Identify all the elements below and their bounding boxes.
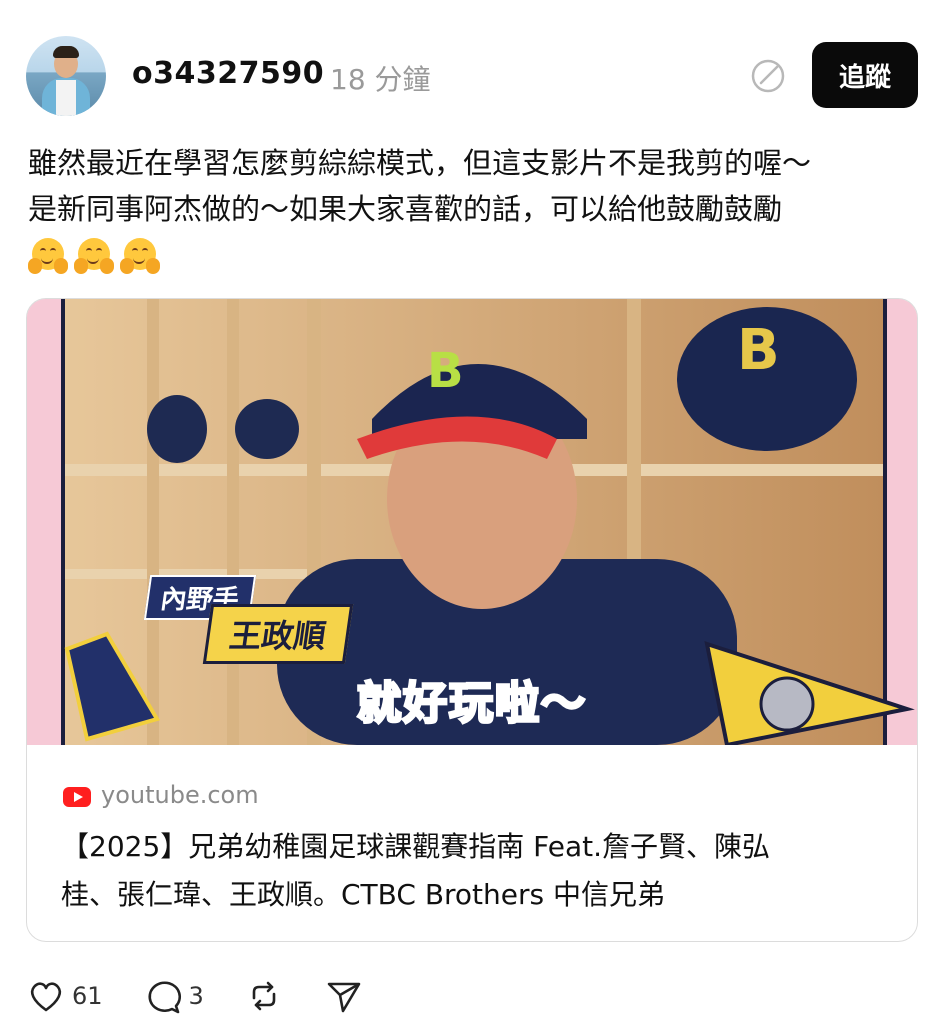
follow-button[interactable]: 追蹤 xyxy=(812,42,918,108)
send-icon xyxy=(327,982,361,1013)
youtube-icon xyxy=(63,787,91,807)
repost-icon xyxy=(252,981,276,1011)
action-bar: 61 3 xyxy=(26,972,404,1020)
hugging-face-icon xyxy=(120,236,160,276)
video-subtitle: 就好玩啦～ xyxy=(356,677,587,731)
repost-button[interactable] xyxy=(244,976,284,1016)
link-domain: youtube.com xyxy=(101,781,259,809)
hugging-face-icon xyxy=(74,236,114,276)
like-button[interactable]: 61 xyxy=(26,976,103,1016)
link-preview-card[interactable]: B B 內野手 王政順 就好玩啦～ youtube.com 【2025】兄弟幼稚… xyxy=(26,298,918,942)
post-line-2: 是新同事阿杰做的～如果大家喜歡的話，可以給他鼓勵鼓勵 xyxy=(28,192,783,226)
hugging-face-icon xyxy=(28,236,68,276)
like-count: 61 xyxy=(72,982,103,1010)
post-line-1: 雖然最近在學習怎麼剪綜綜模式，但這支影片不是我剪的喔～ xyxy=(28,146,812,180)
comment-icon xyxy=(148,981,181,1014)
avatar[interactable] xyxy=(26,36,106,116)
link-title: 【2025】兄弟幼稚園足球課觀賽指南 Feat.詹子賢、陳弘 桂、張仁瑋、王政順… xyxy=(61,823,891,919)
share-button[interactable] xyxy=(324,976,364,1016)
svg-text:B: B xyxy=(427,343,464,399)
comment-button[interactable]: 3 xyxy=(143,976,204,1016)
heart-icon xyxy=(30,982,62,1012)
svg-text:B: B xyxy=(737,318,780,383)
activity-circle-icon[interactable] xyxy=(750,58,786,94)
avatar-hair xyxy=(53,46,79,58)
link-title-line-2: 桂、張仁瑋、王政順。CTBC Brothers 中信兄弟 xyxy=(61,878,666,911)
username[interactable]: o34327590 xyxy=(132,56,324,91)
emoji-row xyxy=(28,236,160,276)
link-title-line-1: 【2025】兄弟幼稚園足球課觀賽指南 Feat.詹子賢、陳弘 xyxy=(61,830,770,863)
link-info[interactable]: youtube.com 【2025】兄弟幼稚園足球課觀賽指南 Feat.詹子賢、… xyxy=(27,745,917,941)
avatar-shirt xyxy=(56,80,76,116)
video-thumbnail[interactable]: B B 內野手 王政順 就好玩啦～ xyxy=(27,299,917,745)
comment-count: 3 xyxy=(188,982,204,1010)
post-body: 雖然最近在學習怎麼剪綜綜模式，但這支影片不是我剪的喔～ 是新同事阿杰做的～如果大… xyxy=(28,140,918,232)
post-time: 18 分鐘 xyxy=(330,63,431,96)
player-name-label: 王政順 xyxy=(202,604,354,664)
